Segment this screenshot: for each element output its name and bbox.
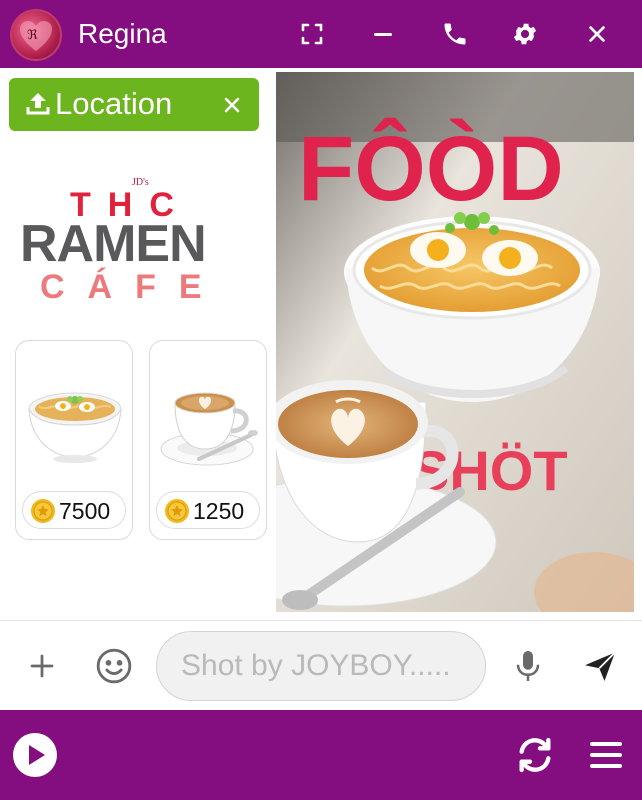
menu-button[interactable] bbox=[582, 731, 630, 779]
send-icon bbox=[585, 651, 616, 681]
refresh-button[interactable] bbox=[511, 731, 559, 779]
close-icon bbox=[589, 26, 605, 42]
message-input[interactable] bbox=[156, 631, 486, 701]
chat-window: ℜ Regina Location JD's THC RAMEN CÁFE 75… bbox=[0, 0, 642, 800]
minimize-button[interactable] bbox=[365, 16, 401, 52]
minimize-icon bbox=[374, 33, 392, 36]
voice-button[interactable] bbox=[506, 644, 550, 688]
attach-button[interactable] bbox=[20, 644, 64, 688]
fullscreen-button[interactable] bbox=[294, 16, 330, 52]
food-photo[interactable]: FÔÒD SHÖT bbox=[276, 72, 634, 612]
cafe-logo: JD's THC RAMEN CÁFE bbox=[18, 175, 250, 305]
photo-headline-top: FÔÒD bbox=[298, 117, 564, 220]
play-icon bbox=[13, 733, 57, 777]
close-button[interactable] bbox=[579, 16, 615, 52]
location-label: Location bbox=[55, 86, 173, 121]
ramen-bowl-icon bbox=[25, 385, 125, 478]
location-close-button[interactable] bbox=[218, 91, 246, 119]
phone-icon bbox=[444, 23, 466, 45]
hamburger-menu-icon bbox=[590, 742, 622, 768]
menu-item-ramen[interactable]: 7500 bbox=[15, 340, 133, 540]
item-price: 1250 bbox=[193, 498, 245, 524]
composer-divider bbox=[0, 620, 642, 621]
close-icon bbox=[224, 97, 240, 113]
fullscreen-icon bbox=[301, 23, 323, 45]
footer-bar bbox=[0, 710, 642, 800]
gear-icon bbox=[513, 23, 537, 45]
latte-cup-icon bbox=[159, 385, 259, 478]
smiley-icon bbox=[96, 648, 132, 684]
price-pill: 1250 bbox=[156, 491, 260, 529]
play-button[interactable] bbox=[11, 731, 59, 779]
price-pill: 7500 bbox=[22, 491, 126, 529]
logo-line-2: RAMEN bbox=[20, 215, 207, 273]
coin-icon bbox=[30, 498, 56, 529]
coin-icon bbox=[164, 498, 190, 529]
upload-icon bbox=[26, 91, 50, 122]
avatar[interactable]: ℜ bbox=[10, 9, 62, 61]
microphone-icon bbox=[516, 651, 540, 681]
plus-icon bbox=[30, 654, 54, 678]
settings-button[interactable] bbox=[507, 16, 543, 52]
emoji-button[interactable] bbox=[92, 644, 136, 688]
svg-text:ℜ: ℜ bbox=[27, 27, 38, 42]
location-chip[interactable]: Location bbox=[9, 78, 259, 131]
send-button[interactable] bbox=[578, 644, 622, 688]
contact-name: Regina bbox=[78, 18, 167, 49]
call-button[interactable] bbox=[437, 16, 473, 52]
header-bar: ℜ Regina bbox=[0, 0, 642, 68]
refresh-icon bbox=[519, 737, 551, 773]
logo-line-3: CÁFE bbox=[40, 268, 225, 306]
item-price: 7500 bbox=[59, 498, 111, 524]
menu-item-latte[interactable]: 1250 bbox=[149, 340, 267, 540]
